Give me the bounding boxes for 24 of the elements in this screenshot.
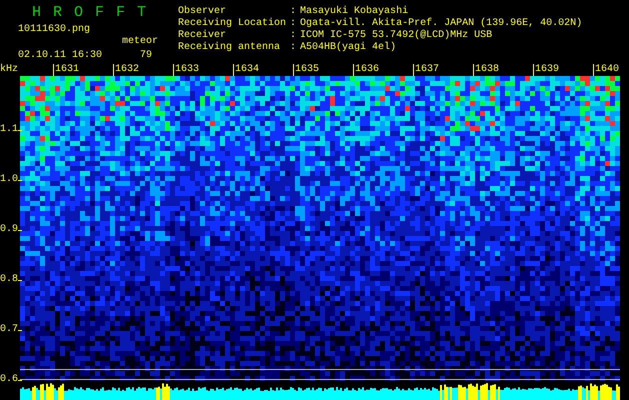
meteor-label: meteor — [122, 36, 160, 48]
info-label: Receiver — [178, 30, 228, 42]
axis-label: 0.8 — [0, 274, 18, 286]
info-label: Receiving antenna — [178, 42, 282, 54]
separator: : — [290, 42, 296, 54]
axis-unit: kHz — [0, 64, 18, 76]
info-label: Receiving Location — [178, 18, 286, 30]
axis-label: 1.0 — [0, 174, 18, 186]
info-value: A504HB(yagi 4el) — [300, 42, 398, 54]
date-time: 02.10.11 16:30 — [18, 50, 104, 62]
axis-label: 1.1 — [0, 124, 18, 136]
separator: : — [290, 18, 296, 30]
info-value: Masayuki Kobayashi — [300, 6, 410, 18]
info-value: Ogata-vill. Akita-Pref. JAPAN (139.96E, 40.02N) — [300, 18, 582, 30]
axis-label: 0.7 — [0, 324, 18, 336]
axis-label: 0.6 — [0, 374, 18, 386]
separator: : — [290, 6, 296, 18]
meteor-count: 79 — [140, 50, 154, 62]
info-value: ICOM IC-575 53.7492(@LCD)MHz USB — [300, 30, 494, 42]
info-label: Observer — [178, 6, 228, 18]
app-title: HROFFT — [31, 4, 160, 22]
separator: : — [290, 30, 296, 42]
file-name: 10111630.png — [18, 24, 92, 36]
axis-label: 0.9 — [0, 224, 18, 236]
